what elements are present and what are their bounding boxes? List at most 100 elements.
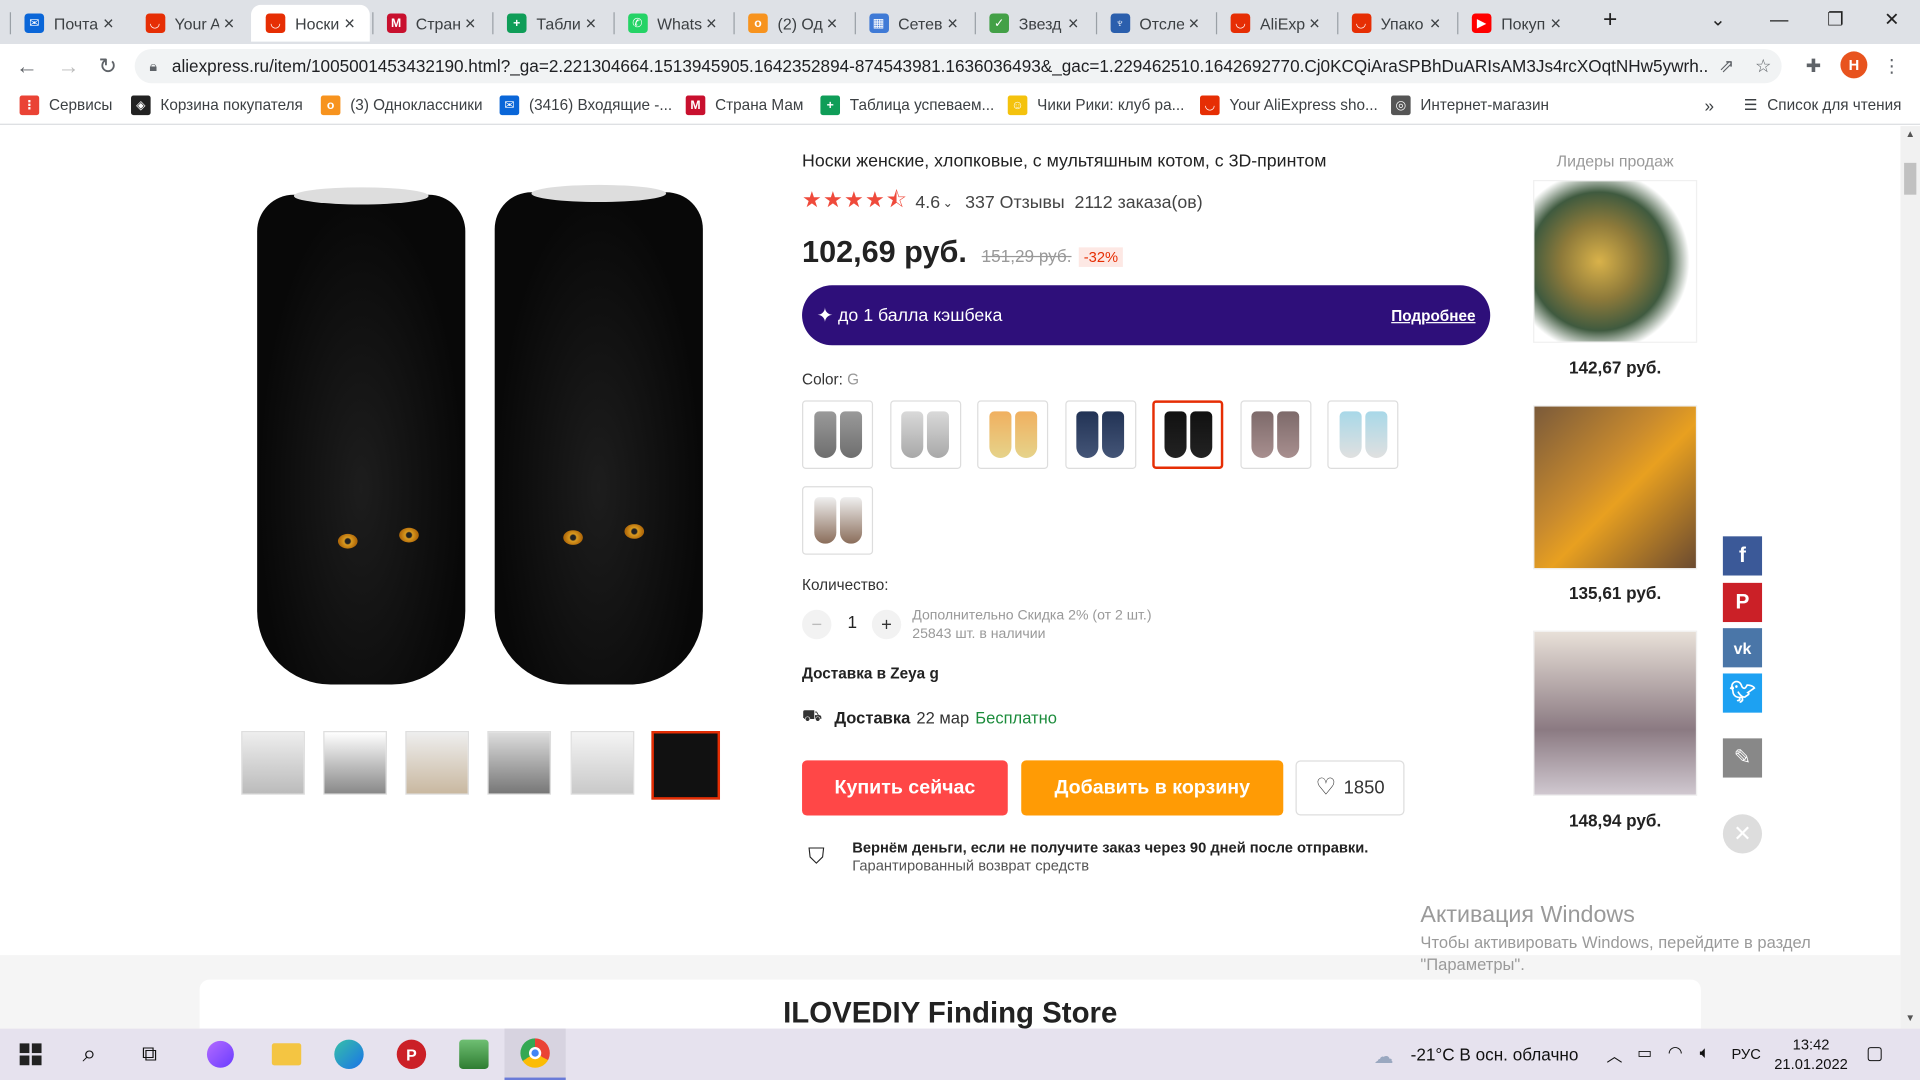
reading-list-button[interactable]: ☰ Список для чтения <box>1744 96 1902 114</box>
bookmark-item[interactable]: ◎ Интернет-магазин <box>1391 95 1549 116</box>
reload-button[interactable]: ↻ <box>88 47 127 86</box>
volume-icon[interactable]: 🔈︎ <box>1700 1042 1710 1063</box>
twitter-share-icon[interactable]: 🐦︎ <box>1722 673 1763 713</box>
rating-chevron-icon[interactable]: ⌄ <box>943 197 953 210</box>
color-variant-swatch[interactable] <box>1239 400 1311 469</box>
add-to-cart-button[interactable]: Добавить в корзину <box>1021 760 1284 816</box>
browser-tab[interactable]: ▦ Сетев × <box>854 5 972 42</box>
store-name[interactable]: ILOVEDIY Finding Store <box>200 997 1701 1029</box>
close-window-button[interactable]: ✕ <box>1864 0 1920 39</box>
tab-close-icon[interactable]: × <box>581 13 601 34</box>
tab-close-icon[interactable]: × <box>1546 13 1566 34</box>
browser-tab[interactable]: ♆ Отсле × <box>1095 5 1213 42</box>
chrome-browser-icon[interactable] <box>504 1028 566 1080</box>
browser-tab[interactable]: ✉ Почта × <box>10 5 128 42</box>
product-thumbnail[interactable] <box>241 731 305 795</box>
restore-button[interactable]: ❐ <box>1807 0 1863 39</box>
browser-tab[interactable]: ◡ Упако × <box>1337 5 1455 42</box>
back-button[interactable]: ← <box>7 47 46 86</box>
quantity-value[interactable]: 1 <box>838 612 867 632</box>
tab-close-icon[interactable]: × <box>219 13 239 34</box>
share-icon[interactable]: ⇗ <box>1708 55 1745 77</box>
color-variant-swatch[interactable] <box>1327 400 1399 469</box>
product-thumbnail[interactable] <box>570 731 635 795</box>
tab-close-icon[interactable]: × <box>1305 13 1325 34</box>
edit-pencil-icon[interactable]: ✎ <box>1722 738 1763 778</box>
product-thumbnail[interactable] <box>323 731 387 795</box>
browser-tab[interactable]: ◡ AliExp × <box>1216 5 1334 42</box>
address-bar[interactable]: 🔒︎ aliexpress.ru/item/1005001453432190.h… <box>134 48 1782 84</box>
system-clock[interactable]: 13:42 21.01.2022 <box>1773 1035 1849 1074</box>
tab-close-icon[interactable]: × <box>943 13 963 34</box>
game-app-icon[interactable] <box>443 1029 504 1080</box>
new-tab-button[interactable]: + <box>1582 0 1638 39</box>
tab-close-icon[interactable]: × <box>99 13 119 34</box>
color-variant-swatch[interactable] <box>1152 400 1224 469</box>
wishlist-button[interactable]: ♡ 1850 <box>1295 760 1405 816</box>
product-thumbnail[interactable] <box>487 731 552 795</box>
tab-search-chevron-icon[interactable]: ⌄ <box>1690 0 1746 39</box>
cashback-banner[interactable]: ✦ до 1 балла кэшбека Подробнее <box>802 285 1491 346</box>
product-thumbnail[interactable] <box>405 731 469 795</box>
color-variant-swatch[interactable] <box>1064 400 1136 469</box>
tab-close-icon[interactable]: × <box>460 13 480 34</box>
bookmark-item[interactable]: о (3) Одноклассники <box>320 95 483 116</box>
scroll-up-arrow-icon[interactable]: ▲ <box>1905 129 1915 140</box>
network-icon[interactable]: ◠ <box>1668 1042 1683 1063</box>
browser-tab[interactable]: ◡ Your A × <box>130 5 248 42</box>
input-language[interactable]: РУС <box>1731 1046 1760 1063</box>
forward-button[interactable]: → <box>49 47 88 86</box>
pinterest-share-icon[interactable]: P <box>1722 582 1763 623</box>
bookmark-item[interactable]: ⋮ Сервисы <box>19 95 112 116</box>
search-icon[interactable]: ⌕ <box>59 1029 120 1080</box>
profile-avatar[interactable]: Н <box>1840 51 1868 79</box>
quantity-decrease-button[interactable]: − <box>802 609 832 640</box>
color-variant-swatch[interactable] <box>977 400 1049 469</box>
bookmarks-overflow-chevron[interactable]: » <box>1705 96 1715 116</box>
buy-now-button[interactable]: Купить сейчас <box>802 760 1008 816</box>
tab-close-icon[interactable]: × <box>1063 13 1083 34</box>
bookmark-item[interactable]: ☺ Чики Рики: клуб ра... <box>1007 95 1184 116</box>
bookmark-item[interactable]: ✉ (3416) Входящие -... <box>499 95 672 116</box>
bestseller-image[interactable] <box>1533 630 1698 796</box>
tab-close-icon[interactable]: × <box>822 13 842 34</box>
reviews-link[interactable]: 337 Отзывы <box>965 193 1065 213</box>
scrollbar-thumb[interactable] <box>1904 162 1917 195</box>
browser-tab[interactable]: ◡ Носки × <box>251 4 370 42</box>
quantity-increase-button[interactable]: + <box>871 609 902 640</box>
color-variant-swatch[interactable] <box>802 400 874 469</box>
battery-icon[interactable]: ▭ <box>1637 1043 1652 1063</box>
browser-menu-icon[interactable]: ⋮ <box>1873 47 1910 86</box>
vk-share-icon[interactable]: vk <box>1722 628 1763 668</box>
weather-text[interactable]: -21°C В осн. облачно <box>1411 1044 1579 1064</box>
browser-tab[interactable]: ▶ Покуп × <box>1457 5 1575 42</box>
tray-chevron-icon[interactable]: ︿ <box>1607 1043 1623 1066</box>
extensions-puzzle-icon[interactable]: ✚ <box>1795 47 1832 86</box>
browser-tab[interactable]: о (2) Од × <box>733 5 851 42</box>
windows-start-icon[interactable] <box>0 1029 61 1080</box>
pinterest-app-icon[interactable]: P <box>381 1029 442 1080</box>
product-thumbnail-selected[interactable] <box>651 731 721 800</box>
tab-close-icon[interactable]: × <box>1425 13 1445 34</box>
page-scrollbar[interactable]: ▲ ▼ <box>1900 126 1920 1029</box>
delivery-destination[interactable]: Доставка в Zeya g <box>802 665 939 682</box>
close-share-icon[interactable]: ✕ <box>1722 814 1763 854</box>
tab-close-icon[interactable]: × <box>1184 13 1204 34</box>
bestseller-image[interactable] <box>1533 405 1698 570</box>
facebook-share-icon[interactable]: f <box>1722 536 1763 576</box>
browser-tab[interactable]: ✆ Whats × <box>613 5 731 42</box>
bestseller-price[interactable]: 148,94 руб. <box>1533 811 1697 831</box>
color-variant-swatch[interactable] <box>889 400 961 469</box>
product-main-image[interactable] <box>242 184 722 687</box>
bestseller-price[interactable]: 135,61 руб. <box>1533 583 1697 603</box>
bookmark-item[interactable]: ◡ Your AliExpress sho... <box>1200 95 1378 116</box>
minimize-button[interactable]: — <box>1751 0 1807 39</box>
browser-tab[interactable]: + Табли × <box>492 5 610 42</box>
alice-assistant-icon[interactable] <box>190 1029 251 1080</box>
bookmark-item[interactable]: + Таблица успеваем... <box>820 95 994 116</box>
notifications-icon[interactable]: ▢ <box>1866 1042 1883 1064</box>
browser-tab[interactable]: ✓ Звезд × <box>975 5 1093 42</box>
file-explorer-icon[interactable] <box>256 1029 317 1080</box>
task-view-icon[interactable]: ⧉ <box>119 1029 180 1080</box>
bookmark-star-icon[interactable]: ☆ <box>1745 55 1782 77</box>
